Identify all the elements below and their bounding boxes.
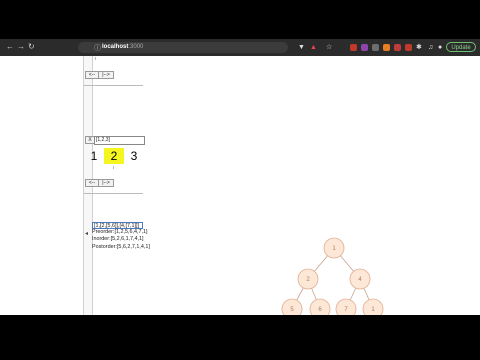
- collapse-arrow-icon[interactable]: ◂: [85, 230, 88, 237]
- address-bar[interactable]: ⓘ localhost:3000: [78, 42, 288, 53]
- postorder-text: Postorder:[5,6,2,7,1,4,1]: [92, 243, 150, 250]
- browser-toolbar: ← → ↻ ⓘ localhost:3000 ▼ ▲ ☆ ✱ ♫ ● Updat…: [0, 39, 480, 56]
- forward-step-button[interactable]: |-->: [98, 71, 114, 79]
- extension-icon-4[interactable]: [383, 44, 390, 51]
- pointer-tick: [113, 166, 114, 169]
- preorder-text: Preorder:[1,2,5,6,4,7,1]: [92, 229, 148, 236]
- back-icon[interactable]: ←: [6, 42, 14, 52]
- extension-icon-3[interactable]: [372, 44, 379, 51]
- forward-step-button-2[interactable]: |-->: [98, 179, 114, 187]
- divider: [84, 85, 143, 86]
- url-port: :3000: [128, 44, 144, 50]
- reload-icon[interactable]: ↻: [28, 42, 35, 52]
- back-step-button-2[interactable]: <--: [85, 179, 99, 187]
- back-step-button[interactable]: <--: [85, 71, 99, 79]
- tree-node: 1: [323, 237, 345, 259]
- binary-tree-diagram: 1 2 4 5 6 7 1: [281, 237, 384, 315]
- tree-node: 6: [309, 298, 331, 315]
- browser-window: ← → ↻ ⓘ localhost:3000 ▼ ▲ ☆ ✱ ♫ ● Updat…: [0, 39, 480, 315]
- media-icon[interactable]: ♫: [428, 43, 433, 52]
- shield-icon[interactable]: ▼: [298, 43, 305, 52]
- extension-icon-1[interactable]: [350, 44, 357, 51]
- extension-icon-5[interactable]: [394, 44, 401, 51]
- tree-node: 2: [297, 268, 319, 290]
- tree-input-field[interactable]: [1,[2,[5,6]],[4,[7,1]]]: [92, 222, 143, 229]
- alert-icon[interactable]: ▲: [310, 43, 317, 52]
- extension-icon-2[interactable]: [361, 44, 368, 51]
- update-button[interactable]: Update: [446, 42, 476, 52]
- page-content: ◂ <-- |--> X [1,2,3] 1 2 3 <-- |--> x Pr…: [0, 56, 480, 315]
- tree-node: 4: [349, 268, 371, 290]
- extension-icon-6[interactable]: [405, 44, 412, 51]
- number-cell-highlighted: 2: [104, 148, 124, 164]
- forward-icon[interactable]: →: [17, 42, 25, 52]
- inorder-text: Inorder:[5,2,6,1,7,4,1]: [92, 236, 144, 243]
- address-text: localhost:3000: [102, 44, 143, 50]
- number-cell: 1: [90, 149, 98, 163]
- tree-node: 1: [362, 298, 384, 315]
- bookmark-icon[interactable]: ☆: [326, 43, 332, 52]
- profile-icon[interactable]: ●: [438, 43, 442, 52]
- tree-node: 7: [335, 298, 357, 315]
- extensions-puzzle-icon[interactable]: ✱: [416, 43, 422, 52]
- number-cell: 3: [130, 149, 138, 163]
- site-info-icon[interactable]: ⓘ: [94, 43, 101, 53]
- tree-node: 5: [281, 298, 303, 315]
- tick-mark: [95, 57, 96, 60]
- divider: [84, 193, 143, 194]
- url-host: localhost: [102, 44, 129, 50]
- array-input[interactable]: [1,2,3]: [94, 136, 145, 145]
